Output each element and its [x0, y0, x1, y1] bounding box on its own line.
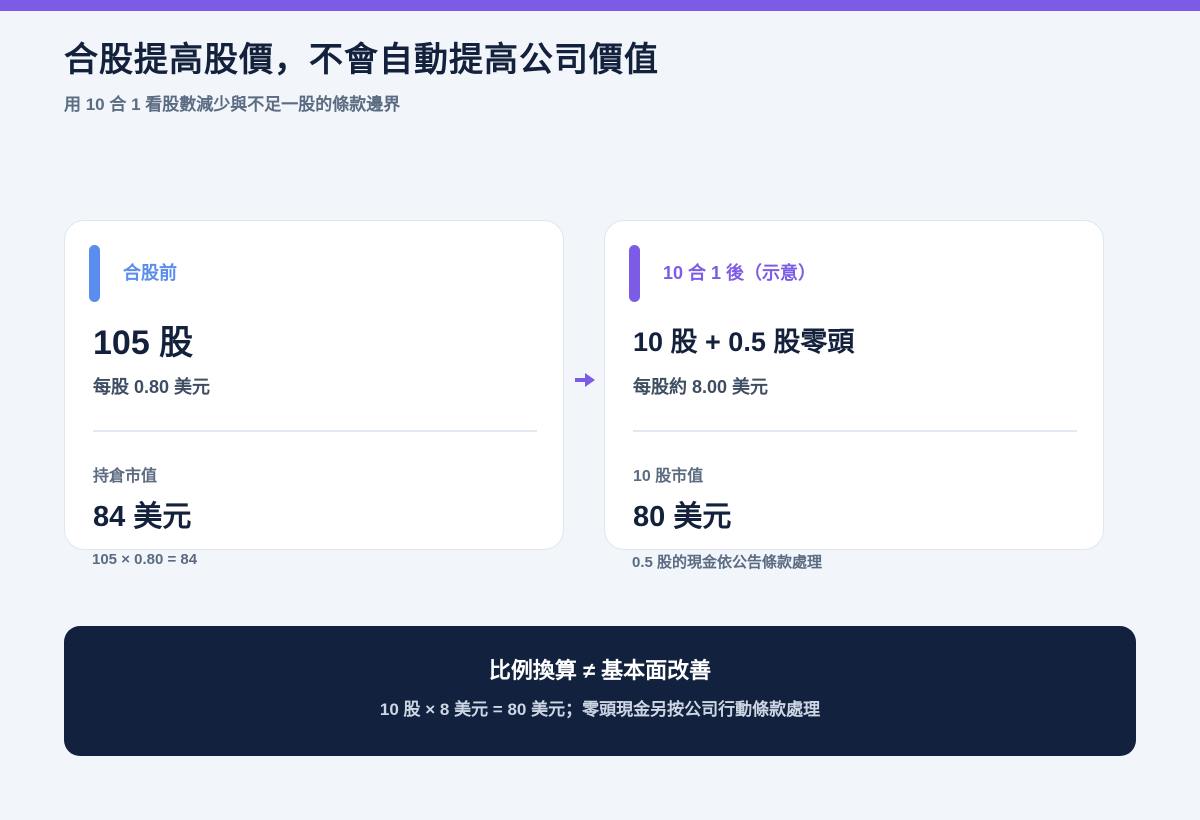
after-label: 10 合 1 後（示意）: [663, 263, 817, 283]
after-note: 0.5 股的現金依公告條款處理: [632, 554, 823, 571]
after-card: 10 合 1 後（示意） 10 股 + 0.5 股零頭 每股約 8.00 美元 …: [604, 220, 1104, 550]
before-value-label: 持倉市值: [93, 468, 158, 485]
after-divider: [633, 430, 1077, 432]
page-title: 合股提高股價，不會自動提高公司價值: [64, 41, 659, 79]
before-note: 105 × 0.80 = 84: [92, 551, 198, 568]
after-accent-bar: [629, 245, 640, 302]
before-price: 每股 0.80 美元: [93, 377, 211, 397]
arrow-right-icon: [575, 373, 595, 387]
before-divider: [93, 430, 537, 432]
before-label: 合股前: [123, 263, 177, 283]
summary-panel: 比例換算 ≠ 基本面改善 10 股 × 8 美元 = 80 美元；零頭現金另按公…: [64, 626, 1136, 756]
after-value-label: 10 股市值: [633, 468, 704, 485]
after-price: 每股約 8.00 美元: [633, 377, 769, 397]
page-subtitle: 用 10 合 1 看股數減少與不足一股的條款邊界: [64, 95, 401, 114]
before-accent-bar: [89, 245, 100, 302]
summary-text: 10 股 × 8 美元 = 80 美元；零頭現金另按公司行動條款處理: [379, 700, 821, 719]
before-card: 合股前 105 股 每股 0.80 美元 持倉市值 84 美元: [64, 220, 564, 550]
after-shares: 10 股 + 0.5 股零頭: [633, 327, 855, 357]
before-value: 84 美元: [93, 501, 192, 533]
top-accent-bar: [0, 0, 1200, 11]
before-shares: 105 股: [93, 324, 194, 362]
after-value: 80 美元: [633, 501, 732, 533]
summary-title: 比例換算 ≠ 基本面改善: [488, 658, 712, 683]
